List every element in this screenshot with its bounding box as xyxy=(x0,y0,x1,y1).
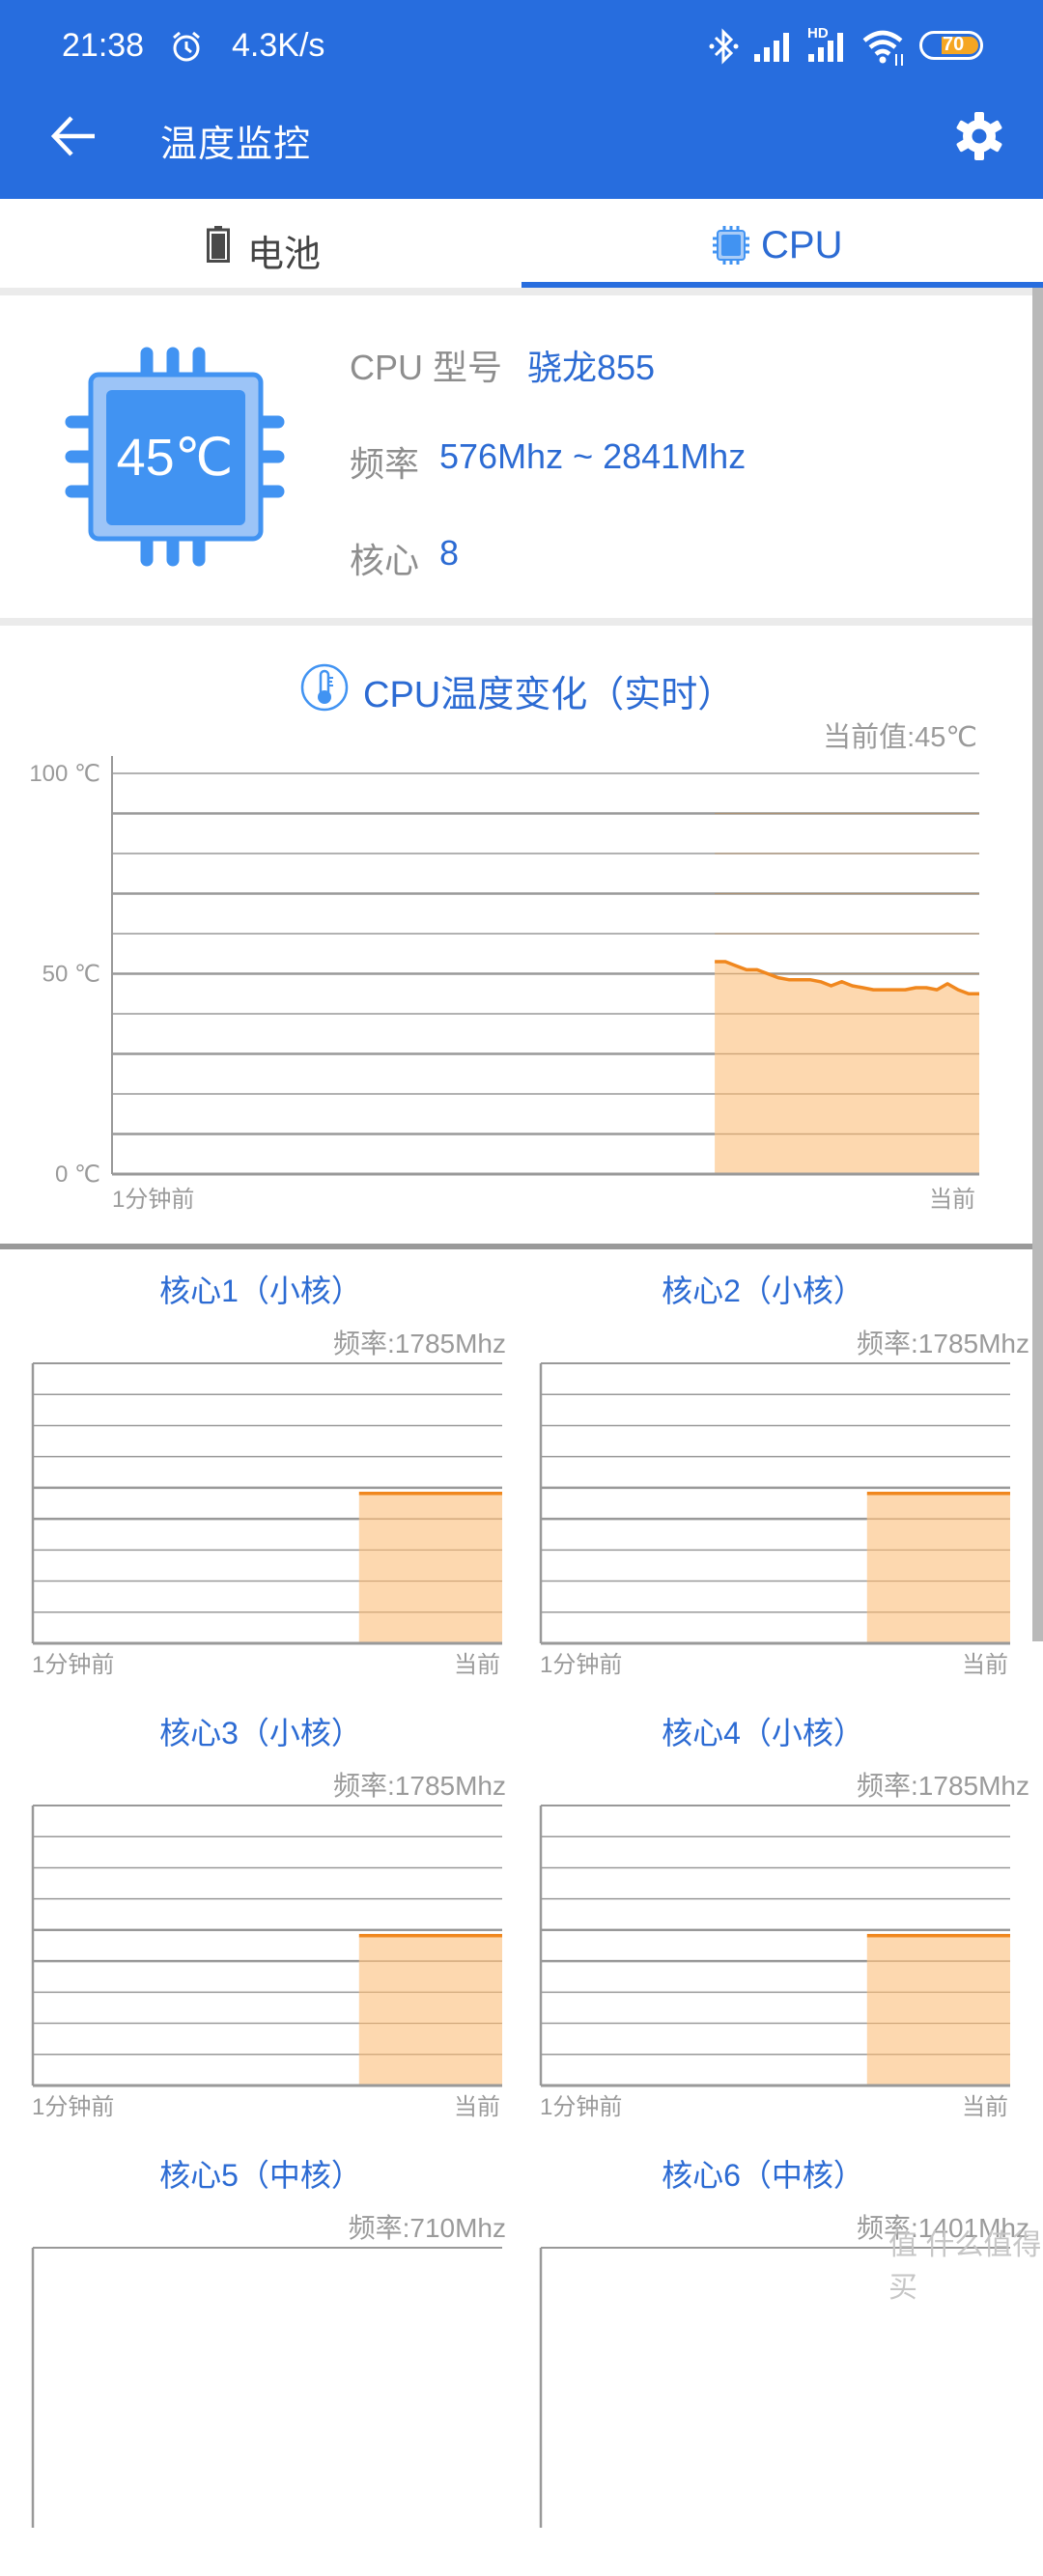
x-axis-start-label: 1分钟前 xyxy=(112,1187,194,1213)
x-axis-end-label: 当前 xyxy=(929,1187,975,1213)
core-chart-card: 核心1（小核）频率:1785Mhz1分钟前当前 xyxy=(0,1249,522,1692)
scrollbar[interactable] xyxy=(1032,288,1043,1641)
x-axis-start-label: 1分钟前 xyxy=(32,2087,114,2121)
core-area-chart xyxy=(0,2134,522,2576)
signal-icon xyxy=(754,33,795,67)
divider xyxy=(0,288,1043,295)
app-header: 21:38 4.3K/s HD 70 温度监控 xyxy=(0,0,1043,199)
area-fill xyxy=(359,1494,502,1643)
core-area-chart xyxy=(0,1249,522,1692)
settings-button[interactable] xyxy=(954,111,1004,166)
frequency-value: 576Mhz ~ 2841Mhz xyxy=(439,436,746,477)
back-button[interactable] xyxy=(50,114,97,163)
cpu-model-label: CPU 型号 xyxy=(350,340,502,390)
divider xyxy=(0,618,1043,626)
x-axis-start-label: 1分钟前 xyxy=(540,1645,622,1679)
x-axis-start-label: 1分钟前 xyxy=(540,2087,622,2121)
alarm-icon xyxy=(169,29,204,69)
wifi-icon xyxy=(862,29,909,72)
core-area-chart xyxy=(522,2134,1043,2576)
core-chart-card: 核心3（小核）频率:1785Mhz1分钟前当前 xyxy=(0,1692,522,2134)
battery-icon: 70 xyxy=(919,31,983,60)
core-area-chart xyxy=(522,1692,1043,2134)
area-fill xyxy=(715,962,979,1174)
core-area-chart xyxy=(0,1692,522,2134)
status-time: 21:38 xyxy=(62,27,144,65)
core-area-chart xyxy=(522,1249,1043,1692)
cpu-model-value: 骁龙855 xyxy=(527,340,655,390)
area-fill xyxy=(359,1936,502,2086)
temperature-area-chart: 100 ℃ 50 ℃ 0 ℃ 1分钟前 当前 xyxy=(0,626,1043,1244)
page-title: 温度监控 xyxy=(160,114,311,167)
frequency-label: 频率 xyxy=(350,436,419,487)
tab-battery[interactable]: 电池 xyxy=(0,199,522,288)
x-axis-end-label: 当前 xyxy=(962,2087,1008,2121)
gear-icon xyxy=(954,111,1004,161)
cores-label: 核心 xyxy=(350,533,419,583)
area-fill xyxy=(867,1936,1010,2086)
x-axis-end-label: 当前 xyxy=(454,1645,500,1679)
arrow-left-icon xyxy=(50,114,97,158)
tab-battery-label: 电池 xyxy=(247,224,321,277)
chip-temperature: 45℃ xyxy=(64,427,286,488)
temperature-chart-section: CPU温度变化（实时） 当前值:45℃ 100 ℃50 ℃0 ℃1分钟前当前 xyxy=(0,626,1043,1244)
cpu-info-card: 45℃ CPU 型号 骁龙855 频率 576Mhz ~ 2841Mhz 核心 … xyxy=(0,295,1043,618)
tab-bar: 电池 CPU xyxy=(0,199,1043,288)
cpu-temp-chip-icon: 45℃ xyxy=(64,346,286,573)
cores-value: 8 xyxy=(439,533,459,574)
network-speed: 4.3K/s xyxy=(232,27,324,65)
core-chart-card: 核心4（小核）频率:1785Mhz1分钟前当前 xyxy=(522,1692,1043,2134)
area-fill xyxy=(867,1494,1010,1643)
battery-level: 70 xyxy=(943,34,964,56)
x-axis-start-label: 1分钟前 xyxy=(32,1645,114,1679)
x-axis-end-label: 当前 xyxy=(962,1645,1008,1679)
y-tick-label: 100 ℃ xyxy=(29,761,100,787)
core-chart-card: 核心6（中核）频率:1401Mhz xyxy=(522,2134,1043,2576)
core-charts-grid: 核心1（小核）频率:1785Mhz1分钟前当前核心2（小核）频率:1785Mhz… xyxy=(0,1249,1043,2259)
x-axis-end-label: 当前 xyxy=(454,2087,500,2121)
core-chart-card: 核心2（小核）频率:1785Mhz1分钟前当前 xyxy=(522,1249,1043,1692)
cpu-chip-icon xyxy=(713,226,749,269)
y-tick-label: 50 ℃ xyxy=(42,962,100,988)
tab-cpu-label: CPU xyxy=(761,224,842,267)
battery-icon xyxy=(207,226,230,267)
core-chart-card: 核心5（中核）频率:710Mhz xyxy=(0,2134,522,2576)
tab-cpu[interactable]: CPU xyxy=(522,199,1043,288)
hd-signal-icon xyxy=(808,33,849,67)
watermark: 值 什么值得买 xyxy=(888,2221,1043,2306)
y-tick-label: 0 ℃ xyxy=(55,1162,100,1188)
bluetooth-icon xyxy=(708,27,741,70)
